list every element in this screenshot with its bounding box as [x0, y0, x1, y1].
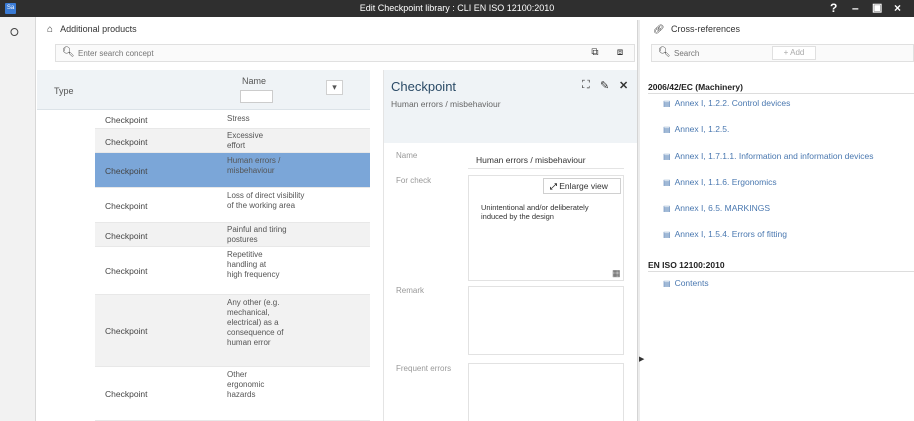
enlarge-label: Enlarge view: [559, 181, 608, 191]
detail-subtitle: Human errors / misbehaviour: [391, 99, 501, 109]
table-row[interactable]: Checkpoint Any other (e.g. mechanical, e…: [95, 295, 370, 367]
row-name: Painful and tiring postures: [227, 225, 287, 244]
book-icon: ▤: [663, 204, 671, 213]
row-type: Checkpoint: [105, 326, 148, 336]
for-check-label: For check: [396, 176, 432, 185]
close-panel-icon[interactable]: ✕: [619, 79, 628, 92]
column-header-name[interactable]: Name: [242, 76, 266, 86]
left-toolbar: ⭘: [0, 17, 36, 421]
products-search-input[interactable]: [78, 46, 378, 60]
products-title: Additional products: [60, 24, 137, 34]
row-name: Stress: [227, 114, 250, 123]
title-bar: Sa Edit Checkpoint library : CLI EN ISO …: [0, 0, 914, 17]
name-value: Human errors / misbehaviour: [476, 155, 586, 165]
xref-group-title: EN ISO 12100:2010: [648, 260, 725, 270]
xref-link[interactable]: ▤ Annex I, 6.5. MARKINGS: [663, 203, 770, 213]
filter-dropdown-icon[interactable]: ▾: [326, 80, 343, 95]
table-header: Type Name ▾: [37, 70, 370, 110]
edit-icon[interactable]: ✎: [600, 79, 609, 92]
table-row[interactable]: Checkpoint Stress: [95, 110, 370, 129]
enlarge-view-button[interactable]: ⤢ Enlarge view: [543, 178, 621, 194]
cross-references-title: Cross-references: [670, 24, 740, 34]
products-icon: ⌂: [47, 24, 54, 35]
xref-link[interactable]: ▤ Annex I, 1.5.4. Errors of fitting: [663, 229, 787, 239]
products-header: ⌂ Additional products: [37, 24, 137, 35]
maximize-icon[interactable]: ▣: [872, 1, 882, 14]
row-name: Excessive effort: [227, 131, 264, 150]
xref-link[interactable]: ▤ Annex I, 1.2.2. Control devices: [663, 98, 790, 108]
xref-link[interactable]: ▤ Contents: [663, 278, 709, 288]
row-type: Checkpoint: [105, 166, 148, 176]
products-search-bar: 🔍︎ ⧉ ⧈: [55, 44, 635, 62]
row-name: Any other (e.g. mechanical, electrical) …: [227, 298, 284, 347]
xref-group-title: 2006/42/EC (Machinery): [648, 82, 743, 92]
remark-field[interactable]: [468, 286, 624, 355]
divider: [468, 168, 624, 169]
fullscreen-icon[interactable]: ⛶: [582, 79, 590, 92]
enlarge-icon: ⤢: [550, 181, 557, 191]
book-icon: ▤: [663, 125, 671, 134]
table-row[interactable]: Checkpoint Repetitive handling at high f…: [95, 247, 370, 295]
table-row-selected[interactable]: Checkpoint Human errors / misbehaviour: [95, 153, 370, 188]
checkpoint-table: Type Name ▾ Checkpoint Stress Checkpoint…: [37, 70, 370, 421]
xref-link[interactable]: ▤ Annex I, 1.2.5.: [663, 124, 729, 134]
row-type: Checkpoint: [105, 115, 148, 125]
row-type: Checkpoint: [105, 137, 148, 147]
window-title: Edit Checkpoint library : CLI EN ISO 121…: [359, 3, 555, 13]
row-type: Checkpoint: [105, 389, 148, 399]
book-icon: ▤: [663, 279, 671, 288]
checkpoint-detail-panel: Checkpoint Human errors / misbehaviour ⛶…: [383, 70, 637, 421]
close-icon[interactable]: ×: [894, 1, 901, 15]
minimize-icon[interactable]: –: [852, 1, 859, 15]
cross-references-header: 🔗︎ Cross-references: [653, 24, 740, 35]
search-icon: 🔍︎: [62, 47, 75, 58]
add-button[interactable]: + Add: [772, 46, 816, 60]
row-type: Checkpoint: [105, 201, 148, 211]
detail-header: Checkpoint Human errors / misbehaviour ⛶…: [384, 70, 637, 143]
divider: [648, 271, 914, 272]
row-type: Checkpoint: [105, 266, 148, 276]
frequent-errors-field[interactable]: [468, 363, 624, 421]
xref-search-bar: 🔍︎ + Add: [651, 44, 914, 62]
hierarchy-icon[interactable]: ⭘: [10, 27, 19, 40]
frequent-errors-label: Frequent errors: [396, 364, 452, 373]
link-icon: 🔗︎: [653, 24, 665, 34]
name-filter-input[interactable]: [240, 90, 273, 103]
paste-icon[interactable]: ⧈: [614, 47, 626, 59]
column-header-type[interactable]: Type: [54, 86, 74, 96]
xref-link[interactable]: ▤ Annex I, 1.1.6. Ergonomics: [663, 177, 777, 187]
search-icon: 🔍︎: [658, 47, 671, 58]
table-row[interactable]: Checkpoint Excessive effort: [95, 129, 370, 153]
remark-label: Remark: [396, 286, 425, 295]
copy-icon[interactable]: ⧉: [589, 47, 601, 59]
table-row[interactable]: Checkpoint Loss of direct visibility of …: [95, 188, 370, 223]
table-row[interactable]: Checkpoint Other ergonomic hazards: [95, 367, 370, 421]
xref-search-input[interactable]: [674, 46, 754, 60]
row-name: Other ergonomic hazards: [227, 370, 265, 399]
expand-arrow-icon[interactable]: ▶: [639, 355, 644, 363]
divider: [648, 93, 914, 94]
book-icon: ▤: [663, 230, 671, 239]
row-type: Checkpoint: [105, 231, 148, 241]
book-icon: ▤: [663, 99, 671, 108]
book-icon: ▤: [663, 178, 671, 187]
row-name: Repetitive handling at high frequency: [227, 250, 280, 279]
table-icon[interactable]: ▦: [612, 268, 621, 279]
book-icon: ▤: [663, 152, 671, 161]
detail-title: Checkpoint: [391, 79, 457, 94]
row-name: Loss of direct visibility of the working…: [227, 191, 305, 210]
for-check-text: Unintentional and/or deliberately induce…: [481, 203, 589, 221]
xref-link[interactable]: ▤ Annex I, 1.7.1.1. Information and infor…: [663, 151, 873, 161]
help-icon[interactable]: ?: [830, 1, 837, 15]
table-row[interactable]: Checkpoint Painful and tiring postures: [95, 223, 370, 247]
row-name: Human errors / misbehaviour: [227, 156, 281, 175]
name-label: Name: [396, 151, 418, 160]
